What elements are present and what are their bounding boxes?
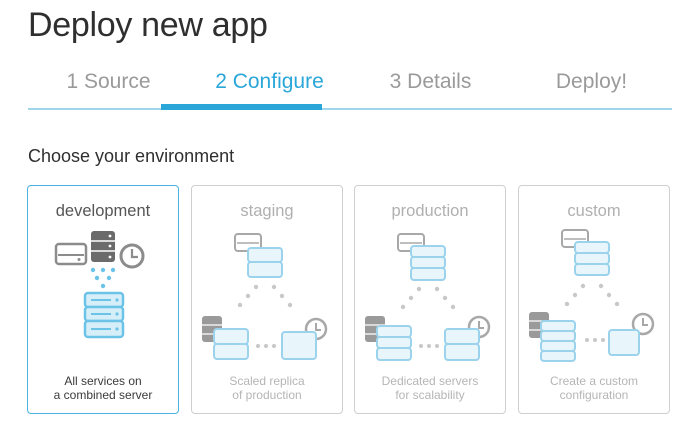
environment-card-production[interactable]: production Dedicated servers for scalabi… bbox=[354, 185, 506, 414]
environment-description: All services on a combined server bbox=[53, 374, 153, 402]
server-stack-icon bbox=[376, 325, 412, 361]
server-icon bbox=[281, 331, 317, 360]
tab-source[interactable]: 1 Source bbox=[28, 70, 189, 94]
tab-details[interactable]: 3 Details bbox=[350, 70, 511, 94]
wizard-tabs: 1 Source 2 Configure 3 Details Deploy! bbox=[28, 62, 672, 110]
dedicated-servers-icon bbox=[365, 233, 491, 361]
server-stack-icon bbox=[444, 328, 480, 361]
environment-card-development[interactable]: development All services on a combined s… bbox=[27, 185, 179, 414]
environment-card-staging[interactable]: staging Scaled replica of production bbox=[191, 185, 343, 414]
environment-description: Scaled replica of production bbox=[229, 374, 305, 402]
section-heading: Choose your environment bbox=[28, 146, 235, 166]
replica-topology-icon bbox=[202, 233, 328, 360]
tab-deploy[interactable]: Deploy! bbox=[511, 70, 672, 94]
environment-name: development bbox=[55, 202, 151, 220]
server-icon bbox=[213, 328, 249, 360]
server-icon bbox=[608, 329, 640, 356]
active-tab-indicator bbox=[161, 104, 322, 110]
database-icon bbox=[91, 231, 115, 262]
connector-dots bbox=[90, 267, 116, 289]
clock-icon bbox=[119, 243, 145, 269]
server-stack-icon bbox=[83, 291, 125, 339]
environment-name: custom bbox=[567, 202, 621, 220]
custom-configuration-icon bbox=[529, 229, 655, 362]
environment-description: Create a custom configuration bbox=[549, 374, 639, 402]
environment-card-custom[interactable]: custom Create a custom configuration bbox=[518, 185, 670, 414]
tab-configure[interactable]: 2 Configure bbox=[189, 70, 350, 94]
page-title: Deploy new app bbox=[28, 6, 268, 44]
server-stack-icon bbox=[574, 241, 610, 276]
drive-icon bbox=[54, 242, 88, 266]
environment-name: production bbox=[391, 202, 469, 220]
server-icon bbox=[247, 247, 283, 278]
combined-server-icon bbox=[54, 231, 145, 339]
server-stack-icon bbox=[540, 320, 576, 362]
environment-name: staging bbox=[240, 202, 294, 220]
server-stack-icon bbox=[410, 245, 446, 281]
environment-description: Dedicated servers for scalability bbox=[381, 374, 479, 402]
